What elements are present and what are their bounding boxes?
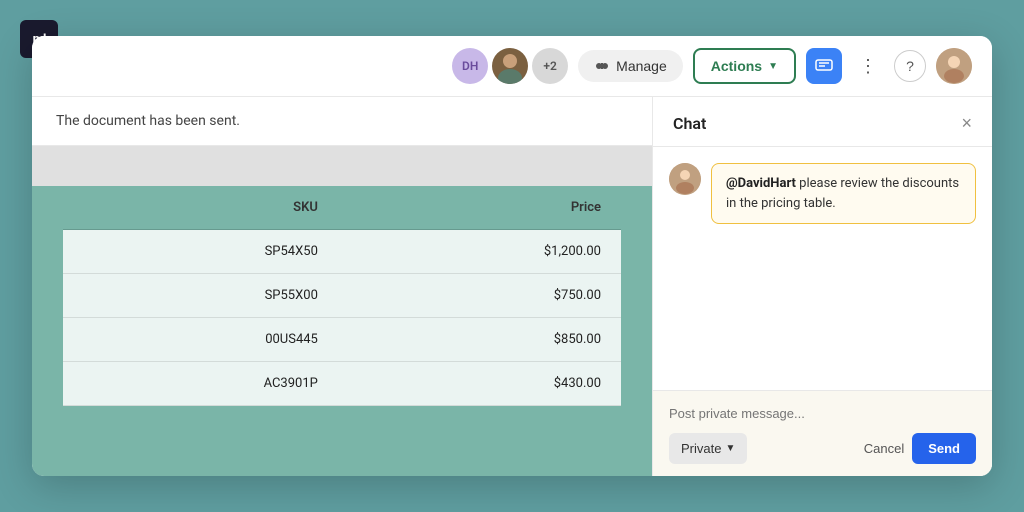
chat-panel: Chat × @DavidHart please review the disc… [652,97,992,476]
actions-button[interactable]: Actions ▼ [693,48,796,84]
chat-icon [815,59,833,73]
manage-icon [594,58,610,74]
document-panel: The document has been sent. SKU Price SP… [32,97,652,476]
price-cell: $850.00 [338,318,621,362]
chevron-down-icon: ▼ [725,443,735,454]
person-icon [492,48,528,84]
chat-input-area: Private ▼ Cancel Send [653,390,992,476]
table-row: 00US445 $850.00 [63,318,621,362]
message-bubble: @DavidHart please review the discounts i… [711,163,976,224]
doc-gray-area [32,146,652,186]
more-button[interactable]: ⋮ [852,50,884,82]
chat-title: Chat [673,114,706,133]
manage-button[interactable]: Manage [578,50,683,82]
sku-cell: 00US445 [63,318,338,362]
table-row: SP54X50 $1,200.00 [63,230,621,274]
sku-cell: SP54X50 [63,230,338,274]
cancel-button[interactable]: Cancel [864,441,904,456]
sender-avatar-icon [669,163,701,195]
private-button[interactable]: Private ▼ [669,433,747,464]
table-row: AC3901P $430.00 [63,362,621,406]
doc-table-area: SKU Price SP54X50 $1,200.00 SP55X00 $750… [32,186,652,476]
user-avatar[interactable] [936,48,972,84]
price-cell: $1,200.00 [338,230,621,274]
avatar-count: +2 [532,48,568,84]
price-cell: $750.00 [338,274,621,318]
chat-message: @DavidHart please review the discounts i… [669,163,976,224]
send-button[interactable]: Send [912,433,976,464]
pricing-table: SKU Price SP54X50 $1,200.00 SP55X00 $750… [63,186,621,406]
header: DH +2 Manage Actions ▼ [32,36,992,97]
chat-header: Chat × [653,97,992,147]
chat-icon-button[interactable] [806,48,842,84]
message-avatar [669,163,701,195]
main-window: DH +2 Manage Actions ▼ [32,36,992,476]
price-cell: $430.00 [338,362,621,406]
document-sent-bar: The document has been sent. [32,97,652,146]
sku-cell: AC3901P [63,362,338,406]
chat-messages: @DavidHart please review the discounts i… [653,147,992,390]
user-avatar-photo [936,48,972,84]
chat-input[interactable] [669,406,976,421]
avatar-photo1 [492,48,528,84]
help-button[interactable]: ? [894,50,926,82]
chat-close-button[interactable]: × [961,113,972,134]
chevron-down-icon: ▼ [768,61,778,72]
mention-text: @DavidHart [726,176,796,191]
table-row: SP55X00 $750.00 [63,274,621,318]
col-sku: SKU [63,186,338,230]
sku-cell: SP55X00 [63,274,338,318]
avatar-group: DH +2 [452,48,568,84]
content-area: The document has been sent. SKU Price SP… [32,97,992,476]
avatar-dh: DH [452,48,488,84]
chat-actions-row: Private ▼ Cancel Send [669,433,976,464]
col-price: Price [338,186,621,230]
